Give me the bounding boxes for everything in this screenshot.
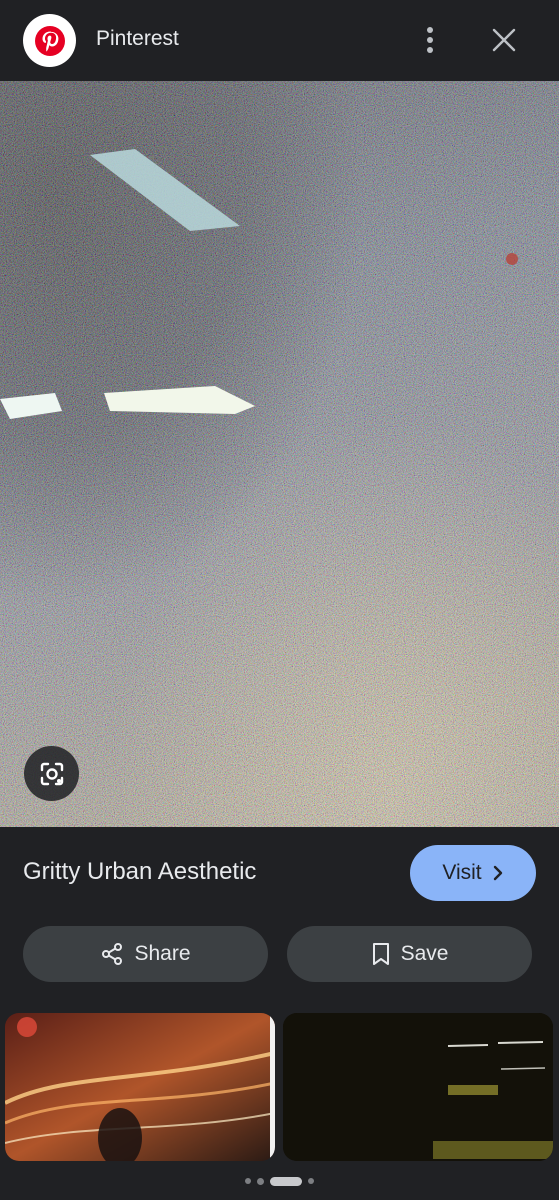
related-image[interactable]: [283, 1013, 553, 1161]
visit-label: Visit: [442, 861, 482, 884]
share-label: Share: [134, 942, 191, 965]
more-options-icon[interactable]: [414, 22, 446, 58]
top-bar: Pinterest: [0, 0, 559, 80]
page-dot: [308, 1178, 314, 1184]
bookmark-icon: [372, 943, 389, 965]
share-button[interactable]: Share: [23, 926, 268, 982]
page-dot-active: [270, 1176, 302, 1186]
page-dot: [245, 1178, 251, 1184]
page-indicator: [0, 1170, 559, 1192]
main-image[interactable]: [0, 81, 559, 827]
related-image[interactable]: [5, 1013, 275, 1161]
chevron-right-icon: [493, 865, 502, 881]
share-icon: [102, 943, 123, 965]
result-title: Gritty Urban Aesthetic: [23, 858, 257, 885]
close-icon[interactable]: [486, 22, 522, 58]
site-name: Pinterest: [96, 27, 179, 50]
save-button[interactable]: Save: [287, 926, 532, 982]
visit-button[interactable]: Visit: [410, 845, 536, 901]
page-dot: [257, 1177, 264, 1185]
save-label: Save: [400, 942, 449, 965]
google-lens-icon[interactable]: [24, 746, 79, 801]
pinterest-logo-icon[interactable]: [23, 14, 76, 67]
